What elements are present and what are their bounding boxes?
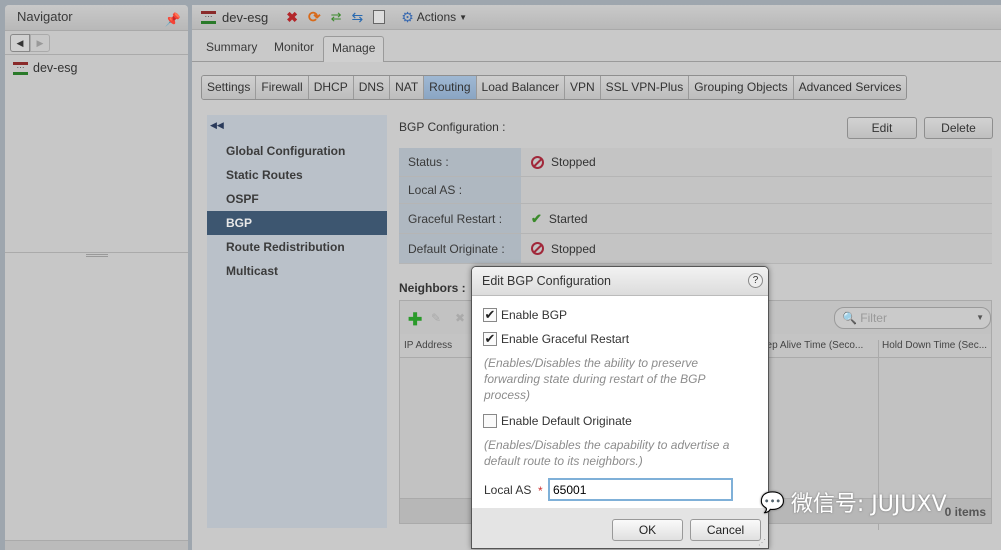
watermark: 💬 微信号: JUJUXV — [760, 491, 947, 518]
edit-icon[interactable]: ✎ — [431, 311, 441, 325]
actions-menu[interactable]: ⚙ Actions ▼ — [401, 9, 467, 26]
chevron-down-icon: ▼ — [976, 313, 984, 322]
gear-icon: ⚙ — [401, 8, 414, 25]
remove-icon[interactable]: ✖ — [455, 311, 465, 325]
row-value: Stopped — [551, 155, 596, 169]
tab-monitor[interactable]: Monitor — [266, 36, 322, 61]
bgp-row: Graceful Restart : ✔ Started — [399, 204, 992, 234]
navigator-panel: Navigator 📌 ◀ ▶ ··· dev-esg — [5, 5, 188, 550]
redeploy-icon[interactable]: ⇄ — [331, 9, 342, 25]
navigator-title: Navigator — [17, 9, 73, 24]
nav-item-static-routes[interactable]: Static Routes — [207, 163, 387, 187]
edge-icon: ··· — [201, 10, 216, 24]
local-as-input[interactable] — [548, 478, 733, 501]
search-icon: 🔍 — [842, 311, 857, 325]
column-keep-alive[interactable]: eep Alive Time (Seco... — [761, 340, 863, 351]
subtab-nat[interactable]: NAT — [390, 76, 425, 99]
sync-icon[interactable]: ⇆ — [351, 9, 363, 26]
row-label: Status : — [399, 148, 521, 176]
stopped-icon — [531, 242, 544, 255]
delete-button[interactable]: Delete — [924, 117, 993, 139]
local-as-label: Local AS — [484, 483, 532, 497]
enable-default-originate-checkbox[interactable]: Enable Default Originate — [483, 414, 632, 428]
tab-summary[interactable]: Summary — [198, 36, 265, 61]
wechat-icon: 💬 — [760, 491, 785, 514]
enable-graceful-restart-checkbox[interactable]: ✔ Enable Graceful Restart — [483, 332, 629, 346]
stopped-icon — [531, 155, 544, 169]
nav-item-global-configuration[interactable]: Global Configuration — [207, 139, 387, 163]
dialog-title: Edit BGP Configuration — [482, 274, 612, 288]
manage-subtabs: Settings Firewall DHCP DNS NAT Routing Load Ba… — [201, 75, 908, 100]
row-label: Default Originate : — [399, 234, 521, 263]
delete-icon[interactable]: ✖ — [286, 9, 298, 26]
resize-handle[interactable]: ⋰ — [758, 538, 766, 547]
routing-left-nav: ◀◀ Global Configuration Static Routes OSPF… — [207, 115, 387, 528]
items-count: 0 items — [944, 505, 986, 519]
row-label: Graceful Restart : — [399, 204, 521, 233]
subtab-dns[interactable]: DNS — [353, 76, 391, 99]
tab-manage[interactable]: Manage — [323, 36, 385, 62]
horizontal-scrollbar[interactable] — [5, 540, 188, 550]
subtab-settings[interactable]: Settings — [202, 76, 257, 99]
graceful-restart-hint: (Enables/Disables the ability to preserv… — [484, 356, 705, 402]
subtab-firewall[interactable]: Firewall — [256, 76, 309, 99]
chevron-down-icon: ▼ — [459, 12, 468, 22]
cancel-button[interactable]: Cancel — [690, 519, 761, 541]
subtab-load-balancer[interactable]: Load Balancer — [476, 76, 565, 99]
column-ip-address[interactable]: IP Address — [404, 340, 452, 351]
back-button[interactable]: ◀ — [10, 34, 30, 52]
edge-icon: ··· — [13, 61, 28, 75]
subtab-routing[interactable]: Routing — [424, 76, 477, 99]
edit-bgp-dialog: Edit BGP Configuration ? ✔ Enable BGP ✔ En… — [471, 266, 769, 549]
subtab-grouping-objects[interactable]: Grouping Objects — [689, 76, 794, 99]
object-title: dev-esg — [222, 9, 269, 25]
help-icon[interactable]: ? — [748, 273, 763, 288]
required-marker: * — [538, 484, 543, 498]
subtab-ssl-vpn-plus[interactable]: SSL VPN-Plus — [600, 76, 690, 99]
default-originate-hint: (Enables/Disables the capability to adve… — [484, 438, 730, 468]
object-header: ··· dev-esg ✖ ⟳ ⇄ ⇆ ⚙ Actions ▼ — [192, 5, 1001, 30]
nav-item-multicast[interactable]: Multicast — [207, 259, 387, 283]
nav-item-ospf[interactable]: OSPF — [207, 187, 387, 211]
refresh-icon[interactable]: ⟳ — [308, 8, 321, 26]
ok-button[interactable]: OK — [612, 519, 683, 541]
row-label: Local AS : — [399, 177, 521, 203]
row-value: Stopped — [551, 241, 596, 256]
enable-bgp-checkbox[interactable]: ✔ Enable BGP — [483, 308, 567, 322]
subtab-advanced-services[interactable]: Advanced Services — [793, 76, 907, 99]
forward-button[interactable]: ▶ — [30, 34, 50, 52]
panel-splitter[interactable] — [5, 252, 188, 258]
row-value: Started — [548, 211, 588, 226]
check-icon: ✔ — [531, 210, 542, 226]
bgp-config-title: BGP Configuration : — [399, 120, 506, 134]
collapse-icon[interactable]: ◀◀ — [207, 115, 387, 139]
filter-input[interactable]: 🔍 Filter ▼ — [834, 307, 991, 329]
edit-button[interactable]: Edit — [847, 117, 917, 139]
subtab-dhcp[interactable]: DHCP — [308, 76, 354, 99]
neighbors-title: Neighbors : — [399, 281, 466, 295]
bgp-row: Default Originate : Stopped — [399, 234, 992, 264]
notes-icon[interactable] — [373, 10, 386, 24]
subtab-vpn[interactable]: VPN — [564, 76, 601, 99]
nav-item-route-redistribution[interactable]: Route Redistribution — [207, 235, 387, 259]
nav-item-dev-esg[interactable]: ··· dev-esg — [5, 55, 188, 81]
nav-item-bgp[interactable]: BGP — [207, 211, 387, 235]
pin-icon[interactable]: 📌 — [165, 8, 181, 32]
bgp-row: Status : Stopped — [399, 148, 992, 177]
add-icon[interactable]: ✚ — [408, 310, 422, 330]
bgp-row: Local AS : — [399, 177, 992, 204]
